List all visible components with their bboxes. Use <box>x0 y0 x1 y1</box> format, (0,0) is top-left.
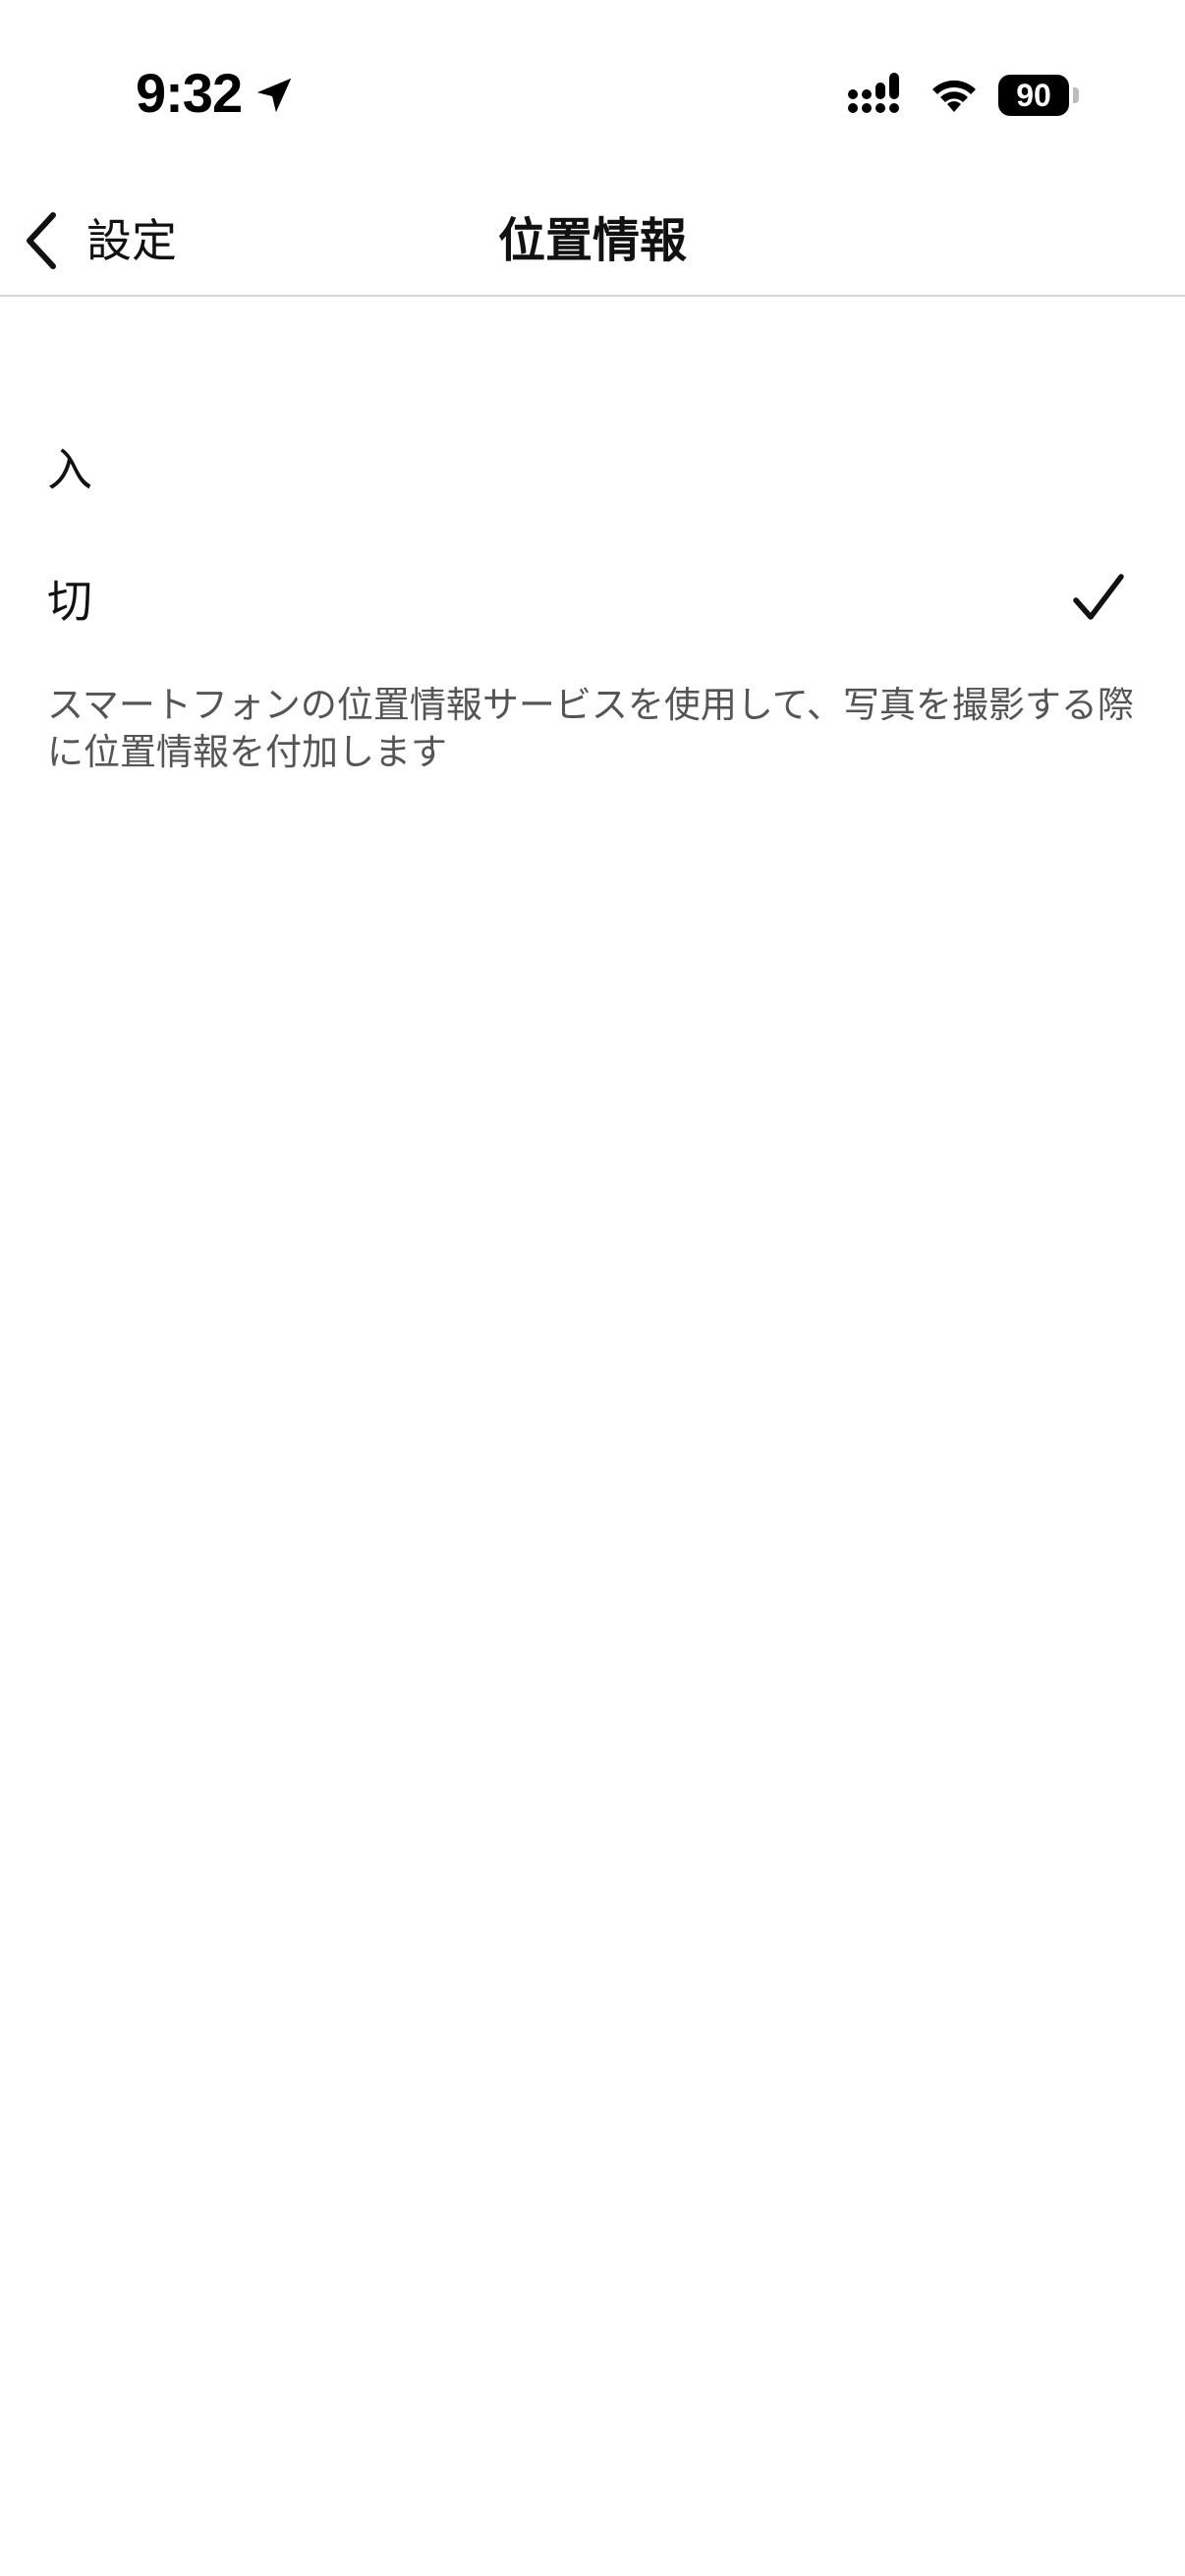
location-options-list: 入 切 <box>0 401 1185 664</box>
description-text: スマートフォンの位置情報サービスを使用して、写真を撮影する際に位置情報を付加しま… <box>47 684 1134 773</box>
option-label: 切 <box>47 575 92 628</box>
checkmark-icon <box>1073 574 1124 620</box>
battery-icon: 90 <box>998 75 1081 116</box>
battery-level: 90 <box>1016 78 1051 113</box>
option-off[interactable]: 切 <box>0 532 1185 664</box>
page-title: 位置情報 <box>497 213 687 268</box>
battery-body: 90 <box>998 75 1069 116</box>
back-button[interactable]: 設定 <box>20 198 177 283</box>
battery-cap <box>1073 87 1079 103</box>
nav-bar: 設定 位置情報 <box>0 187 1185 297</box>
signal-icon <box>848 73 899 113</box>
status-bar: 9:32 90 <box>0 0 1185 187</box>
chevron-left-icon <box>27 212 56 269</box>
option-label: 入 <box>47 443 92 496</box>
option-on[interactable]: 入 <box>0 401 1185 532</box>
location-arrow-icon <box>256 78 292 113</box>
status-time: 9:32 <box>136 62 243 124</box>
wifi-icon <box>932 80 976 112</box>
back-label: 設定 <box>86 214 177 267</box>
